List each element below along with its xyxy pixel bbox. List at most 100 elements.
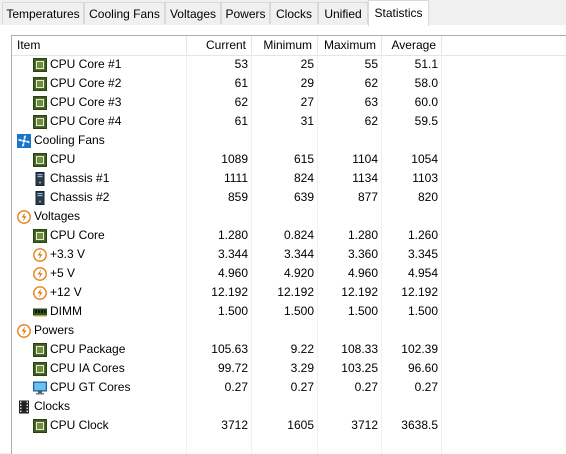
minimum-value: 3.344 [283, 247, 314, 261]
average-value: 51.1 [414, 57, 438, 71]
row-label-cell: Powers [17, 321, 187, 340]
row-label-cell: CPU Package [33, 340, 187, 359]
maximum-value: 108.33 [341, 342, 378, 356]
average-value: 1103 [412, 171, 438, 185]
maximum-value: 1.500 [347, 304, 378, 318]
chassis-icon [33, 171, 47, 186]
column-header-current[interactable]: Current [187, 36, 252, 55]
current-value: 1.280 [217, 228, 248, 242]
current-value: 12.192 [211, 285, 248, 299]
row-label: Chassis #1 [50, 171, 110, 185]
table-row[interactable]: CPU 1089 615 1104 1054 [12, 150, 442, 169]
group-row[interactable]: Cooling Fans [12, 131, 442, 150]
maximum-value: 877 [357, 190, 378, 204]
average-value: 59.5 [414, 114, 438, 128]
row-label: CPU [50, 152, 76, 166]
statistics-list[interactable]: Item Current Minimum Maximum Average CPU… [11, 35, 566, 454]
table-row[interactable]: CPU GT Cores 0.27 0.27 0.27 0.27 [12, 378, 442, 397]
minimum-value: 3.29 [290, 361, 314, 375]
average-value: 1.260 [407, 228, 438, 242]
column-header-average[interactable]: Average [382, 36, 442, 55]
group-row[interactable]: Clocks [12, 397, 442, 416]
average-value: 1.500 [407, 304, 438, 318]
column-header-maximum[interactable]: Maximum [318, 36, 382, 55]
row-label: Cooling Fans [34, 133, 105, 147]
table-row[interactable]: CPU Clock 3712 1605 3712 3638.5 [12, 416, 442, 435]
minimum-value: 824 [293, 171, 314, 185]
row-label: +3.3 V [50, 247, 86, 261]
tab-temperatures[interactable]: Temperatures [2, 2, 84, 24]
tab-voltages[interactable]: Voltages [165, 2, 221, 24]
table-row[interactable]: CPU Core #3 62 27 63 60.0 [12, 93, 442, 112]
table-row[interactable]: CPU Core #1 53 25 55 51.1 [12, 55, 442, 74]
row-label-cell: CPU [33, 150, 187, 169]
maximum-value: 3.360 [347, 247, 378, 261]
row-label: CPU Core #3 [50, 95, 122, 109]
current-value: 859 [227, 190, 248, 204]
current-value: 0.27 [224, 380, 248, 394]
column-header-item[interactable]: Item [12, 36, 187, 55]
tab-powers[interactable]: Powers [221, 2, 270, 24]
row-label: Powers [34, 323, 75, 337]
average-value: 820 [417, 190, 438, 204]
row-label-cell: +3.3 V [33, 245, 187, 264]
minimum-value: 31 [300, 114, 314, 128]
minimum-value: 25 [300, 57, 314, 71]
current-value: 99.72 [217, 361, 248, 375]
table-row[interactable]: +3.3 V 3.344 3.344 3.360 3.345 [12, 245, 442, 264]
tab-statistics[interactable]: Statistics [368, 0, 429, 26]
table-row[interactable]: CPU Package 105.63 9.22 108.33 102.39 [12, 340, 442, 359]
tab-unified[interactable]: Unified [318, 2, 368, 24]
average-value: 1054 [411, 152, 438, 166]
cpu-chip-icon [33, 76, 47, 91]
table-row[interactable]: CPU Core #2 61 29 62 58.0 [12, 74, 442, 93]
table-row[interactable]: CPU Core 1.280 0.824 1.280 1.260 [12, 226, 442, 245]
row-label: CPU Core #4 [50, 114, 122, 128]
table-row[interactable]: +12 V 12.192 12.192 12.192 12.192 [12, 283, 442, 302]
table-row[interactable]: Chassis #2 859 639 877 820 [12, 188, 442, 207]
row-label-cell: Chassis #1 [33, 169, 187, 188]
voltage-icon [17, 209, 31, 224]
cpu-chip-icon [33, 95, 47, 110]
maximum-value: 103.25 [341, 361, 378, 375]
average-value: 3.345 [407, 247, 438, 261]
tab-clocks[interactable]: Clocks [270, 2, 318, 24]
maximum-value: 4.960 [347, 266, 378, 280]
minimum-value: 29 [300, 76, 314, 90]
row-label-cell: CPU Core #3 [33, 93, 187, 112]
statistics-panel: Item Current Minimum Maximum Average CPU… [0, 25, 566, 454]
minimum-value: 615 [293, 152, 314, 166]
current-value: 3712 [221, 418, 248, 432]
table-row[interactable]: Chassis #1 1111 824 1134 1103 [12, 169, 442, 188]
row-label-cell: Voltages [17, 207, 187, 226]
row-label: +5 V [50, 266, 76, 280]
row-label-cell: +5 V [33, 264, 187, 283]
maximum-value: 63 [364, 95, 378, 109]
fan-icon [17, 133, 31, 148]
table-row[interactable]: DIMM 1.500 1.500 1.500 1.500 [12, 302, 442, 321]
table-row[interactable]: CPU IA Cores 99.72 3.29 103.25 96.60 [12, 359, 442, 378]
monitor-icon [33, 381, 47, 395]
table-row[interactable]: +5 V 4.960 4.920 4.960 4.954 [12, 264, 442, 283]
row-label: +12 V [50, 285, 82, 299]
table-row[interactable]: CPU Core #4 61 31 62 59.5 [12, 112, 442, 131]
average-value: 0.27 [414, 380, 438, 394]
row-label: Clocks [34, 399, 71, 413]
group-row[interactable]: Powers [12, 321, 442, 340]
column-header-minimum[interactable]: Minimum [252, 36, 318, 55]
row-label: Chassis #2 [50, 190, 110, 204]
minimum-value: 1605 [287, 418, 314, 432]
row-label: CPU Core #1 [50, 57, 122, 71]
dimm-icon [33, 305, 47, 319]
group-row[interactable]: Voltages [12, 207, 442, 226]
chassis-icon [33, 190, 47, 205]
cpu-chip-icon [33, 57, 47, 72]
row-label: CPU Core #2 [50, 76, 122, 90]
row-label-cell: Cooling Fans [17, 131, 187, 150]
current-value: 3.344 [217, 247, 248, 261]
average-value: 96.60 [407, 361, 438, 375]
current-value: 4.960 [217, 266, 248, 280]
row-label-cell: Chassis #2 [33, 188, 187, 207]
row-label-cell: CPU Core #4 [33, 112, 187, 131]
tab-cooling-fans[interactable]: Cooling Fans [84, 2, 165, 24]
